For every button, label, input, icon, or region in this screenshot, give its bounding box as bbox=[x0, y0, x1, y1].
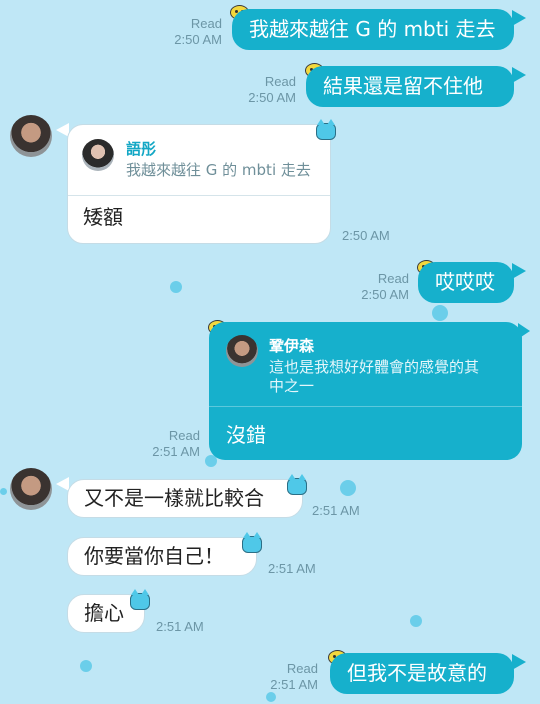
read-status: Read bbox=[168, 428, 200, 443]
reply-bubble-outgoing[interactable]: 鞏伊森 這也是我想好好體會的感覺的其 中之一 沒錯 bbox=[209, 322, 522, 460]
timestamp: 2:51 AM bbox=[312, 503, 360, 518]
message-text: 結果還是留不住他 bbox=[323, 74, 483, 98]
message-meta: Read 2:51 AM bbox=[246, 661, 318, 693]
quote-sender-name: 鞏伊森 bbox=[269, 337, 315, 355]
decor-dot bbox=[80, 660, 92, 672]
bubble-tail bbox=[512, 10, 526, 26]
blue-cat-icon bbox=[287, 474, 307, 495]
message-text: 我越來越往 G 的 mbti 走去 bbox=[249, 17, 496, 41]
read-status: Read bbox=[190, 16, 222, 31]
timestamp: 2:50 AM bbox=[361, 287, 409, 302]
message-meta: Read 2:50 AM bbox=[224, 74, 296, 106]
message-meta: Read 2:50 AM bbox=[150, 16, 222, 48]
bubble-tail bbox=[512, 263, 526, 279]
message-text: 你要當你自己！ bbox=[84, 544, 224, 568]
quote-text: 中之一 bbox=[269, 377, 315, 395]
message-text: 但我不是故意的 bbox=[347, 661, 487, 685]
message-bubble-outgoing[interactable]: 結果還是留不住他 bbox=[306, 66, 514, 107]
read-status: Read bbox=[264, 74, 296, 89]
timestamp: 2:51 AM bbox=[156, 619, 204, 634]
message-text: 擔心 bbox=[84, 601, 124, 625]
quote-avatar bbox=[82, 139, 114, 171]
message-text: 矮額 bbox=[83, 205, 123, 229]
decor-dot bbox=[410, 615, 422, 627]
message-bubble-outgoing[interactable]: 但我不是故意的 bbox=[330, 653, 514, 694]
decor-dot bbox=[340, 480, 356, 496]
timestamp: 2:51 AM bbox=[270, 677, 318, 692]
avatar[interactable] bbox=[10, 115, 52, 157]
read-status: Read bbox=[286, 661, 318, 676]
message-text: 又不是一樣就比較合 bbox=[84, 486, 264, 510]
decor-dot bbox=[170, 281, 182, 293]
divider bbox=[68, 195, 330, 196]
timestamp: 2:50 AM bbox=[174, 32, 222, 47]
bubble-tail bbox=[512, 67, 526, 83]
message-bubble-outgoing[interactable]: 哎哎哎 bbox=[418, 262, 514, 303]
quote-sender-name: 語彤 bbox=[126, 140, 157, 158]
quote-avatar bbox=[226, 335, 258, 367]
bubble-tail bbox=[512, 654, 526, 670]
decor-dot bbox=[266, 692, 276, 702]
message-bubble-incoming[interactable]: 你要當你自己！ bbox=[67, 537, 257, 576]
timestamp: 2:51 AM bbox=[268, 561, 316, 576]
timestamp: 2:50 AM bbox=[248, 90, 296, 105]
timestamp: 2:50 AM bbox=[342, 228, 390, 243]
message-bubble-incoming[interactable]: 又不是一樣就比較合 bbox=[67, 479, 303, 518]
divider bbox=[209, 406, 522, 407]
message-meta: Read 2:50 AM bbox=[337, 271, 409, 303]
timestamp: 2:51 AM bbox=[152, 444, 200, 459]
message-text: 沒錯 bbox=[226, 423, 266, 447]
decor-dot bbox=[0, 488, 7, 495]
bubble-tail bbox=[518, 323, 530, 339]
bubble-tail bbox=[56, 477, 69, 491]
reply-bubble-incoming[interactable]: 語彤 我越來越往 G 的 mbti 走去 矮額 bbox=[67, 124, 331, 244]
message-text: 哎哎哎 bbox=[435, 270, 495, 294]
read-status: Read bbox=[377, 271, 409, 286]
quote-text: 我越來越往 G 的 mbti 走去 bbox=[126, 161, 311, 179]
blue-cat-icon bbox=[242, 532, 262, 553]
blue-cat-icon bbox=[316, 119, 336, 140]
quote-text: 這也是我想好好體會的感覺的其 bbox=[269, 358, 480, 376]
decor-dot bbox=[432, 305, 448, 321]
message-bubble-outgoing[interactable]: 我越來越往 G 的 mbti 走去 bbox=[232, 9, 514, 50]
message-meta: Read 2:51 AM bbox=[128, 428, 200, 460]
avatar[interactable] bbox=[10, 468, 52, 510]
blue-cat-icon bbox=[130, 589, 150, 610]
